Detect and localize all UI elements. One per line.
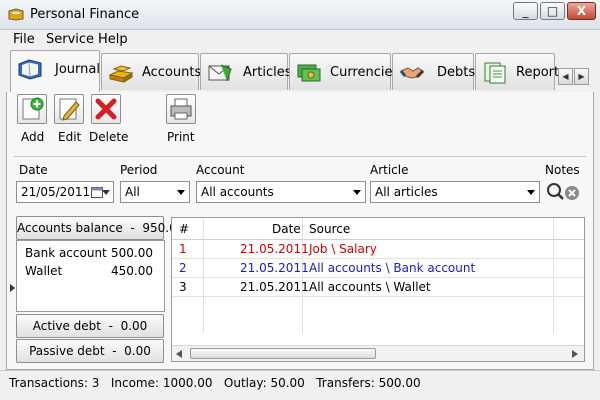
period-value: All — [125, 185, 140, 199]
table-row[interactable]: 3 21.05.2011 All accounts \ Wallet — [172, 278, 584, 297]
notes-search[interactable] — [545, 181, 581, 203]
passive-debt-button[interactable]: Passive debt - 0.00 — [16, 339, 164, 363]
edit-icon — [59, 98, 80, 121]
account-label: Account — [196, 163, 245, 177]
gold-bars-icon — [108, 65, 134, 83]
handshake-icon — [399, 67, 425, 79]
chevron-down-icon — [527, 190, 535, 195]
balance-value: 450.00 — [111, 264, 153, 278]
tab-accounts[interactable]: Accounts — [101, 53, 202, 90]
table-header: # Date Source — [172, 218, 584, 240]
scroll-right-arrow-icon[interactable] — [572, 350, 578, 358]
print-button[interactable] — [166, 94, 196, 124]
envelope-icon — [208, 64, 232, 82]
row-date: 21.05.2011 — [240, 261, 309, 275]
menu-service[interactable]: Service — [46, 32, 94, 47]
maximize-button[interactable]: □ — [540, 2, 565, 20]
row-number: 1 — [179, 242, 187, 256]
tab-scroll-right-button[interactable]: ▶ — [574, 68, 589, 85]
balance-name: Bank account — [25, 246, 107, 260]
tab-journal[interactable]: Journal — [10, 50, 100, 92]
balance-list: Bank account 500.00 Wallet 450.00 — [16, 240, 165, 312]
scroll-left-arrow-icon[interactable] — [176, 350, 182, 358]
balance-name: Wallet — [25, 264, 63, 278]
title-bar: Personal Finance _ □ X — [0, 0, 600, 30]
tab-debts-label: Debts — [437, 65, 476, 80]
notes-label: Notes — [545, 163, 580, 177]
date-dropdown-arrow-icon[interactable] — [102, 190, 110, 195]
period-select[interactable]: All — [120, 181, 190, 203]
active-debt-button[interactable]: Active debt - 0.00 — [16, 314, 164, 338]
minimize-button[interactable]: _ — [513, 2, 538, 20]
add-icon — [22, 97, 44, 120]
chevron-down-icon — [353, 190, 361, 195]
menu-file[interactable]: File — [13, 32, 35, 47]
journal-table[interactable]: # Date Source 1 21.05.2011 Job \ Salary 2 21… — [171, 217, 585, 362]
row-number: 2 — [179, 261, 187, 275]
row-source: All accounts \ Bank account — [309, 261, 476, 275]
chevron-down-icon — [177, 190, 185, 195]
horizontal-scrollbar[interactable] — [172, 345, 584, 361]
date-picker[interactable]: 21/05/2011 — [16, 181, 114, 203]
tab-strip: Journal Accounts Articles Currencies Deb… — [0, 50, 600, 92]
row-source: Job \ Salary — [309, 242, 377, 256]
add-label: Add — [21, 130, 45, 144]
period-label: Period — [120, 163, 158, 177]
status-bar: Transactions: 3 Income: 1000.00 Outlay: … — [0, 370, 600, 400]
table-row[interactable]: 1 21.05.2011 Job \ Salary — [172, 240, 584, 259]
tab-scroll-left-button[interactable]: ◀ — [558, 68, 573, 85]
article-value: All articles — [375, 185, 438, 199]
article-select[interactable]: All articles — [370, 181, 540, 203]
toolbar-separator — [14, 156, 586, 157]
balance-value: 500.00 — [111, 246, 153, 260]
edit-label: Edit — [58, 130, 82, 144]
coins-icon — [297, 64, 321, 82]
table-row[interactable]: 2 21.05.2011 All accounts \ Bank account — [172, 259, 584, 278]
search-clear-icon[interactable] — [545, 181, 581, 203]
print-label: Print — [167, 130, 195, 144]
column-header-date[interactable]: Date — [272, 222, 301, 236]
window-title: Personal Finance — [30, 7, 140, 22]
menu-help[interactable]: Help — [98, 32, 128, 47]
app-icon — [8, 8, 24, 21]
column-header-number[interactable]: # — [179, 222, 189, 236]
account-select[interactable]: All accounts — [196, 181, 366, 203]
delete-icon — [95, 98, 117, 120]
scroll-thumb[interactable] — [190, 348, 376, 359]
tab-journal-label: Journal — [55, 62, 100, 77]
tab-currencies-label: Currencies — [330, 65, 400, 80]
collapse-handle-icon[interactable] — [10, 284, 15, 292]
tab-articles-label: Articles — [243, 65, 292, 80]
status-summary: Transactions: 3 Income: 1000.00 Outlay: … — [9, 376, 421, 390]
tab-accounts-label: Accounts — [142, 65, 202, 80]
accounts-balance-button[interactable]: Accounts balance - 950.00 — [16, 216, 184, 240]
tab-debts[interactable]: Debts — [392, 53, 476, 90]
add-button[interactable] — [17, 94, 47, 124]
row-date: 21.05.2011 — [240, 280, 309, 294]
row-number: 3 — [179, 280, 187, 294]
article-label: Article — [370, 163, 409, 177]
report-sheets-icon — [484, 62, 506, 84]
column-header-source[interactable]: Source — [309, 222, 350, 236]
edit-button[interactable] — [54, 94, 84, 124]
delete-label: Delete — [89, 130, 129, 144]
date-value: 21/05/2011 — [21, 185, 91, 199]
tab-articles[interactable]: Articles — [200, 53, 292, 90]
journal-book-icon — [18, 59, 42, 80]
row-source: All accounts \ Wallet — [309, 280, 431, 294]
tab-reports[interactable]: Reports — [475, 53, 566, 90]
delete-button[interactable] — [91, 94, 121, 124]
printer-icon — [170, 98, 192, 120]
row-date: 21.05.2011 — [240, 242, 309, 256]
close-button[interactable]: X — [567, 2, 596, 20]
date-label: Date — [19, 163, 48, 177]
menu-bar: File Service Help — [0, 30, 600, 50]
tab-currencies[interactable]: Currencies — [289, 53, 399, 90]
account-value: All accounts — [201, 185, 274, 199]
